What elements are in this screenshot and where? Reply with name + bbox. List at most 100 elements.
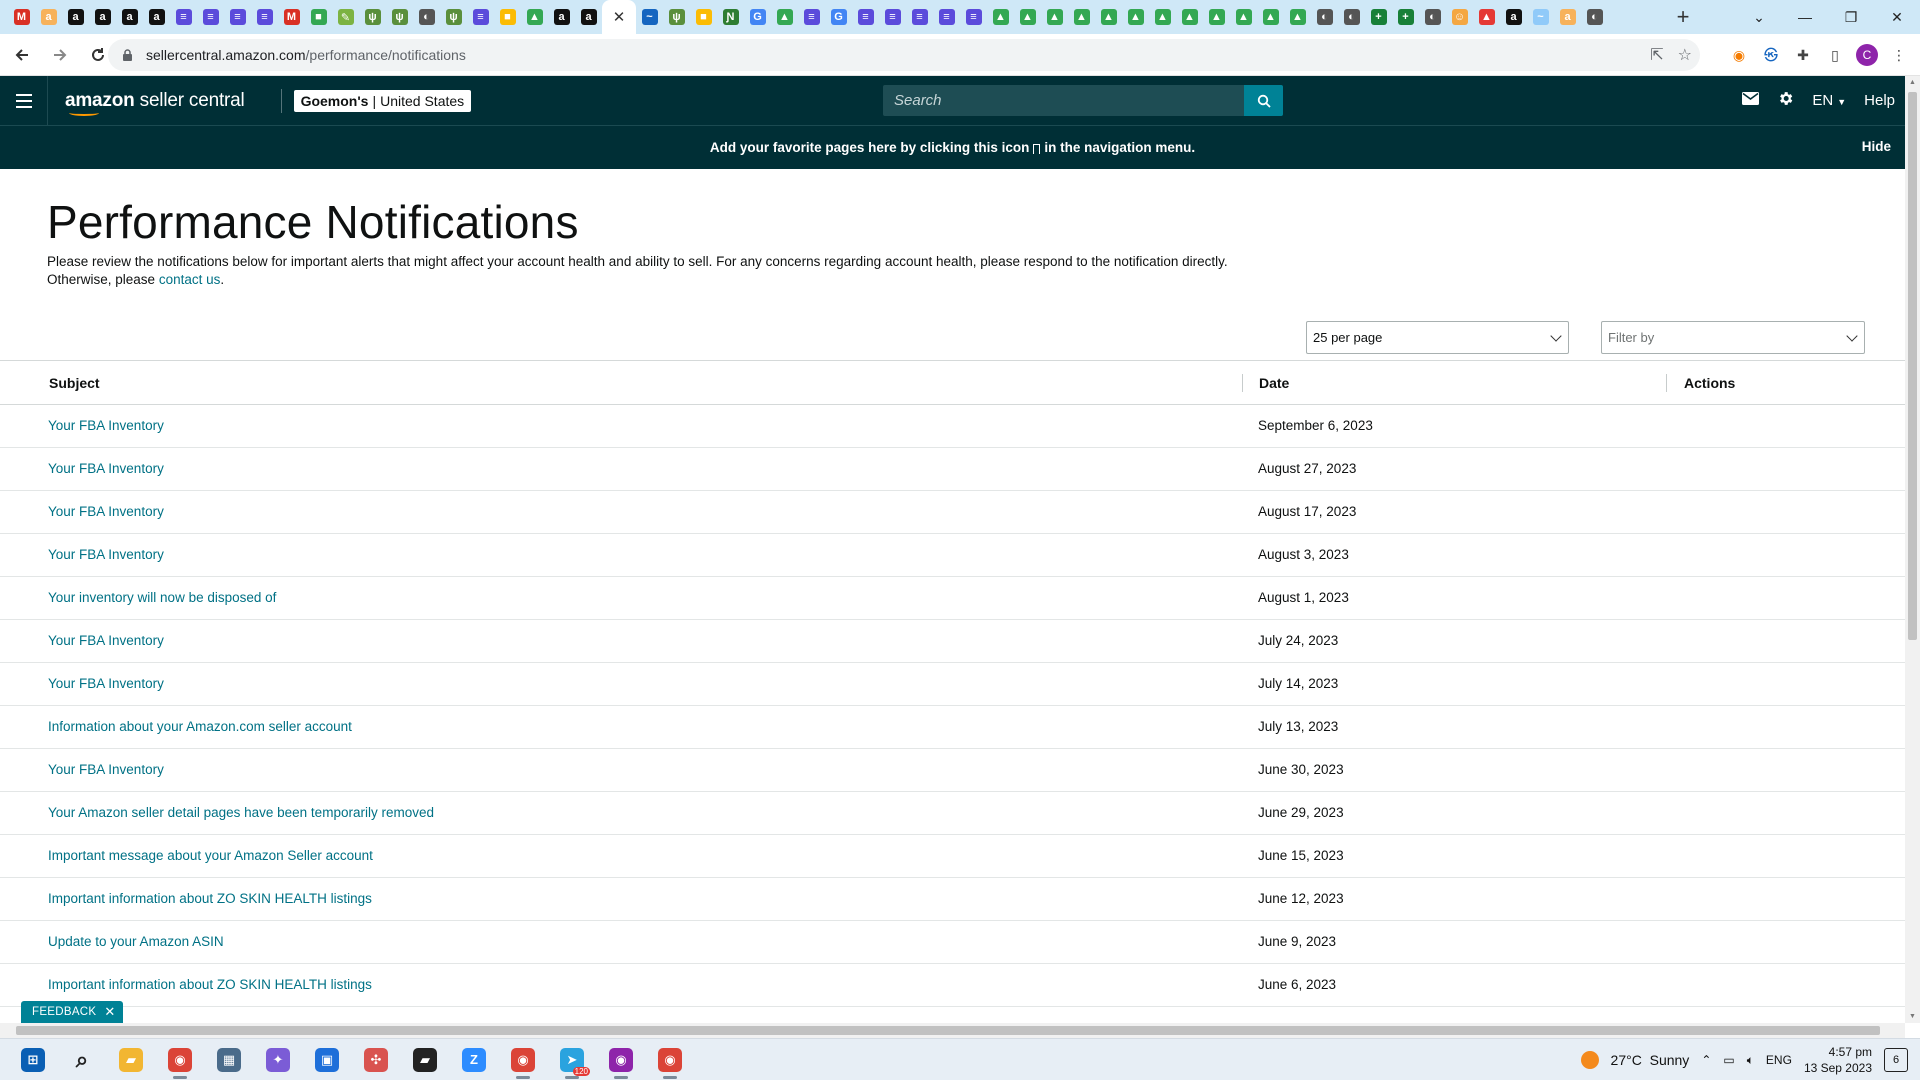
column-header-date[interactable]: Date <box>1259 375 1289 391</box>
browser-menu-icon[interactable]: ⋮ <box>1888 44 1910 66</box>
notification-subject-link[interactable]: Information about your Amazon.com seller… <box>48 719 352 734</box>
browser-tab[interactable]: M <box>278 0 305 34</box>
hide-banner-button[interactable]: Hide <box>1862 139 1891 154</box>
browser-tab[interactable]: ≡ <box>906 0 933 34</box>
browser-tab[interactable]: ✎ <box>332 0 359 34</box>
browser-tab[interactable]: ψ <box>386 0 413 34</box>
browser-tab[interactable]: M <box>8 0 35 34</box>
browser-tab[interactable]: ■ <box>494 0 521 34</box>
browser-tab[interactable]: ≡ <box>960 0 987 34</box>
taskbar-zoom-icon[interactable]: Z <box>454 1040 494 1080</box>
browser-tab[interactable]: ≡ <box>852 0 879 34</box>
browser-tab[interactable]: ▲ <box>1041 0 1068 34</box>
browser-tab[interactable]: ■ <box>690 0 717 34</box>
notification-subject-link[interactable]: Your FBA Inventory <box>48 461 164 476</box>
address-bar[interactable]: sellercentral.amazon.com/performance/not… <box>108 39 1700 71</box>
taskbar-chrome-profile-1-icon[interactable]: ◉ <box>160 1040 200 1080</box>
per-page-select[interactable]: 25 per page <box>1306 321 1569 354</box>
browser-tab[interactable]: ≡ <box>197 0 224 34</box>
close-tab-icon[interactable]: ✕ <box>611 9 627 26</box>
close-window-button[interactable]: ✕ <box>1874 2 1920 32</box>
browser-tab[interactable]: ψ <box>359 0 386 34</box>
navigation-menu-button[interactable] <box>0 76 48 125</box>
notification-subject-link[interactable]: Important information about ZO SKIN HEAL… <box>48 977 372 992</box>
browser-tab[interactable]: ~ <box>1527 0 1554 34</box>
browser-tab[interactable]: a <box>35 0 62 34</box>
browser-tab[interactable]: ▲ <box>1257 0 1284 34</box>
share-icon[interactable]: ⇱ <box>1650 45 1663 65</box>
browser-tab[interactable]: ■ <box>305 0 332 34</box>
search-button[interactable] <box>1244 85 1283 116</box>
extensions-puzzle-icon[interactable]: ✚ <box>1792 44 1814 66</box>
browser-tab[interactable]: ≡ <box>798 0 825 34</box>
browser-tab[interactable]: ▲ <box>1230 0 1257 34</box>
browser-tab[interactable]: a <box>1554 0 1581 34</box>
taskbar-search-icon[interactable]: ⌕ <box>62 1040 102 1080</box>
tab-active[interactable]: ✕ <box>602 0 636 34</box>
browser-tab[interactable]: ≡ <box>933 0 960 34</box>
browser-tab[interactable]: ▲ <box>1068 0 1095 34</box>
notification-subject-link[interactable]: Your FBA Inventory <box>48 676 164 691</box>
show-hidden-icons[interactable]: ⌃ <box>1701 1053 1711 1067</box>
scrollbar-thumb[interactable] <box>16 1026 1880 1035</box>
tab-search-icon[interactable]: ⌄ <box>1736 2 1782 32</box>
browser-tab[interactable]: + <box>1392 0 1419 34</box>
taskbar-calculator-icon[interactable]: ▦ <box>209 1040 249 1080</box>
browser-tab[interactable]: ◐ <box>1338 0 1365 34</box>
browser-tab[interactable]: ~ <box>636 0 663 34</box>
column-resizer[interactable] <box>1242 374 1243 392</box>
input-language[interactable]: ENG <box>1766 1053 1792 1067</box>
browser-tab[interactable]: ▲ <box>1014 0 1041 34</box>
scroll-up-icon[interactable]: ▲ <box>1909 79 1916 86</box>
help-link[interactable]: Help <box>1864 92 1895 109</box>
browser-tab[interactable]: ▲ <box>1122 0 1149 34</box>
notification-subject-link[interactable]: Your FBA Inventory <box>48 762 164 777</box>
browser-tab[interactable]: a <box>143 0 170 34</box>
browser-tab[interactable]: ▲ <box>1149 0 1176 34</box>
scrollbar-thumb[interactable] <box>1908 92 1917 640</box>
notification-subject-link[interactable]: Your FBA Inventory <box>48 504 164 519</box>
browser-tab[interactable]: a <box>1500 0 1527 34</box>
browser-tab[interactable]: a <box>548 0 575 34</box>
site-info-icon[interactable] <box>122 48 136 62</box>
taskbar-chrome-profile-4-icon[interactable]: ◉ <box>650 1040 690 1080</box>
contact-us-link[interactable]: contact us <box>159 272 221 287</box>
filter-by-select[interactable]: Filter by <box>1601 321 1865 354</box>
browser-tab[interactable]: + <box>1365 0 1392 34</box>
browser-tab[interactable]: ▲ <box>1203 0 1230 34</box>
browser-tab[interactable]: ψ <box>663 0 690 34</box>
notification-subject-link[interactable]: Important information about ZO SKIN HEAL… <box>48 891 372 906</box>
weather-sun-icon[interactable] <box>1580 1051 1599 1069</box>
network-icon[interactable]: ▭ <box>1723 1053 1734 1067</box>
column-header-subject[interactable]: Subject <box>49 375 100 391</box>
browser-tab[interactable]: Ɲ <box>717 0 744 34</box>
taskbar-chrome-profile-2-icon[interactable]: ◉ <box>503 1040 543 1080</box>
browser-tab[interactable]: ☺ <box>1446 0 1473 34</box>
scroll-down-icon[interactable]: ▼ <box>1909 1013 1916 1020</box>
notification-subject-link[interactable]: Your inventory will now be disposed of <box>48 590 276 605</box>
taskbar-network-app-icon[interactable]: ✣ <box>356 1040 396 1080</box>
notification-subject-link[interactable]: Important message about your Amazon Sell… <box>48 848 373 863</box>
language-selector[interactable]: EN ▼ <box>1812 92 1846 109</box>
taskbar-telegram-icon[interactable]: ➤ 120 <box>552 1040 592 1080</box>
browser-tab[interactable]: G <box>825 0 852 34</box>
volume-icon[interactable]: 🔈︎ <box>1747 1053 1754 1068</box>
taskbar-chrome-profile-3-icon[interactable]: ◉ <box>601 1040 641 1080</box>
taskbar-copilot-icon[interactable]: ✦ <box>258 1040 298 1080</box>
browser-tab[interactable]: ◐ <box>1311 0 1338 34</box>
seller-central-logo[interactable]: amazon seller central <box>65 90 245 116</box>
extension-fox-icon[interactable]: ◉ <box>1728 44 1750 66</box>
browser-tab[interactable]: a <box>62 0 89 34</box>
bookmark-star-icon[interactable]: ☆ <box>1678 45 1692 65</box>
new-tab-button[interactable]: + <box>1666 0 1700 34</box>
forward-button[interactable] <box>44 39 76 71</box>
taskbar-windows-start-icon[interactable]: ⊞ <box>13 1040 53 1080</box>
back-button[interactable] <box>6 39 38 71</box>
browser-tab[interactable]: ψ <box>440 0 467 34</box>
notification-subject-link[interactable]: Your FBA Inventory <box>48 547 164 562</box>
horizontal-scrollbar[interactable] <box>0 1023 1905 1038</box>
clock[interactable]: 4:57 pm 13 Sep 2023 <box>1804 1044 1872 1076</box>
notification-center-button[interactable]: 6 <box>1884 1048 1908 1072</box>
taskbar-sticky-notes-icon[interactable]: ▰ <box>405 1040 445 1080</box>
extension-translate-icon[interactable]: ㉿ <box>1760 44 1782 66</box>
